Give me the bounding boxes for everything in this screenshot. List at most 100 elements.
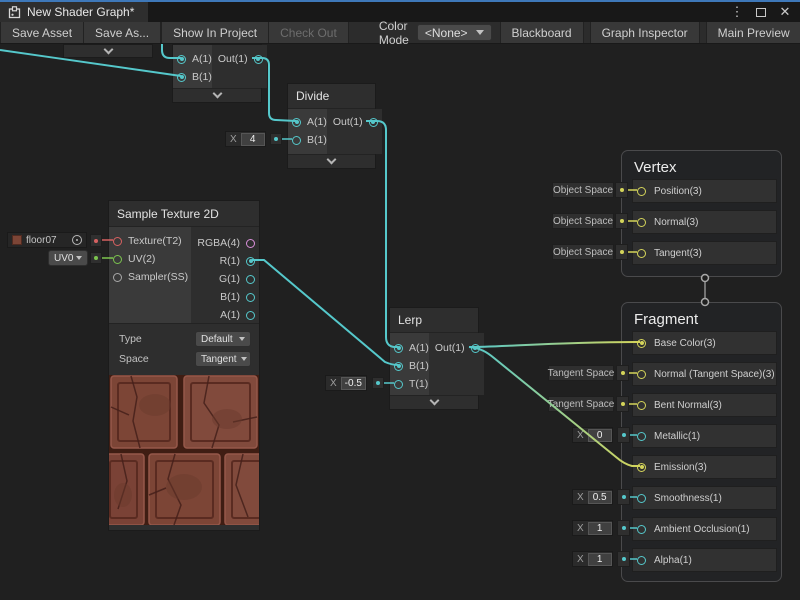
type-dropdown[interactable]: Default [195,331,251,347]
port-uv[interactable] [113,255,122,264]
collapse-chevron-button[interactable] [288,154,375,168]
port-smoothness[interactable] [637,494,646,503]
port-lerp-t[interactable] [394,380,403,389]
binding-port-stub [615,213,628,229]
fragment-emission-row[interactable]: Emission(3) [632,455,777,479]
fragment-bentnormal-row[interactable]: Bent Normal(3) [632,393,777,417]
alpha-value-widget[interactable]: X1 [572,551,613,567]
smoothness-value-widget[interactable]: X0.5 [572,489,613,505]
port-position[interactable] [637,187,646,196]
lerp-t-value-widget[interactable]: X -0.5 [325,375,367,391]
collapsed-node-partial[interactable] [63,44,153,58]
port-op-a[interactable] [177,55,186,64]
port-a[interactable] [246,311,255,320]
uv-channel-dropdown[interactable]: UV0 [48,250,88,266]
port-sampler[interactable] [113,273,122,282]
fragment-ao-row[interactable]: Ambient Occlusion(1) [632,517,777,541]
port-g[interactable] [246,275,255,284]
divide-b-value-widget[interactable]: X 4 [225,131,266,147]
main-preview-toggle-button[interactable]: Main Preview [706,22,800,43]
fragment-normal-row[interactable]: Normal (Tangent Space)(3) [632,362,777,386]
vertex-tangent-row[interactable]: Tangent(3) [632,241,777,265]
close-icon[interactable]: ✕ [776,3,794,21]
port-lerp-a[interactable] [394,344,403,353]
port-op-b[interactable] [177,73,186,82]
port-divide-out[interactable] [369,118,378,127]
ao-value-widget[interactable]: X1 [572,520,613,536]
port-lerp-b[interactable] [394,362,403,371]
lerp-node[interactable]: Lerp A(1) B(1) T(1) Out(1) [389,307,479,410]
vertex-position-row[interactable]: Position(3) [632,179,777,203]
fragment-smoothness-row[interactable]: Smoothness(1) [632,486,777,510]
port-bent-normal[interactable] [637,401,646,410]
port-texture[interactable] [113,237,122,246]
space-binding-chip[interactable]: Tangent Space [548,365,614,381]
binding-port-stub [616,396,629,412]
port-divide-b[interactable] [292,136,301,145]
blackboard-toggle-button[interactable]: Blackboard [500,22,584,43]
save-as-button[interactable]: Save As... [84,22,161,43]
fragment-context-block[interactable]: Fragment Base Color(3) Normal (Tangent S… [621,302,782,582]
port-b[interactable] [246,293,255,302]
fragment-basecolor-row[interactable]: Base Color(3) [632,331,777,355]
port-normal[interactable] [637,218,646,227]
port-lerp-out[interactable] [471,344,480,353]
float-field[interactable]: 1 [588,522,612,535]
sample-texture-2d-node[interactable]: Sample Texture 2D Texture(T2) UV(2) Samp… [108,200,260,531]
vertex-context-block[interactable]: Vertex Position(3) Normal(3) Tangent(3) [621,150,782,277]
metallic-value-widget[interactable]: X0 [572,427,613,443]
space-binding-chip[interactable]: Tangent Space [548,396,614,412]
wire-lerp-to-basecolor [469,342,640,347]
block-title: Fragment [622,303,781,331]
fragment-metallic-row[interactable]: Metallic(1) [632,424,777,448]
value-port-stub [617,427,630,443]
port-label: UV(2) [128,253,155,265]
graph-inspector-toggle-button[interactable]: Graph Inspector [590,22,700,43]
port-base-color[interactable] [637,339,646,348]
port-ambient-occlusion[interactable] [637,525,646,534]
node-title: Lerp [390,308,478,333]
port-op-out[interactable] [254,55,263,64]
port-normal-ts[interactable] [637,370,646,379]
show-in-project-button[interactable]: Show In Project [161,22,269,43]
fragment-alpha-row[interactable]: Alpha(1) [632,548,777,572]
graph-canvas[interactable]: A(1) B(1) Out(1) Divide A(1) B(1) Out(1)… [0,0,800,600]
texture-object-field[interactable]: floor07 [7,232,87,248]
color-mode-label: Color Mode [349,22,417,43]
port-alpha[interactable] [637,556,646,565]
save-asset-button[interactable]: Save Asset [0,22,84,43]
float-field[interactable]: 1 [588,553,612,566]
shader-graph-tab[interactable]: New Shader Graph* [0,2,148,22]
port-metallic[interactable] [637,432,646,441]
port-rgba[interactable] [246,239,255,248]
space-dropdown[interactable]: Tangent [195,351,251,367]
color-mode-dropdown[interactable]: <None> [417,24,492,41]
collapse-chevron-button[interactable] [390,395,478,409]
port-emission[interactable] [637,463,646,472]
port-label: Base Color(3) [654,338,716,349]
kebab-menu-icon[interactable]: ⋮ [728,3,746,21]
float-field[interactable]: 0.5 [588,491,612,504]
expand-chevron-button[interactable] [64,45,152,57]
divide-node[interactable]: Divide A(1) B(1) Out(1) [287,83,376,169]
port-label: B(1) [409,360,429,372]
float-field[interactable]: -0.5 [341,377,366,390]
port-divide-a[interactable] [292,118,301,127]
collapse-chevron-button[interactable] [173,88,261,102]
binding-label: Object Space [553,185,613,196]
float-field[interactable]: 4 [241,133,265,146]
port-label: R(1) [220,255,240,267]
object-picker-icon[interactable] [72,235,82,245]
maximize-icon[interactable] [752,3,770,21]
space-binding-chip[interactable]: Object Space [552,244,614,260]
space-binding-chip[interactable]: Object Space [552,213,614,229]
chevron-down-icon [327,155,337,165]
op-node[interactable]: A(1) B(1) Out(1) [172,44,262,103]
vertex-fragment-connector [702,275,709,306]
float-field[interactable]: 0 [588,429,612,442]
space-binding-chip[interactable]: Object Space [552,182,614,198]
port-tangent[interactable] [637,249,646,258]
vertex-normal-row[interactable]: Normal(3) [632,210,777,234]
port-r[interactable] [246,257,255,266]
node-title: Divide [288,84,375,109]
